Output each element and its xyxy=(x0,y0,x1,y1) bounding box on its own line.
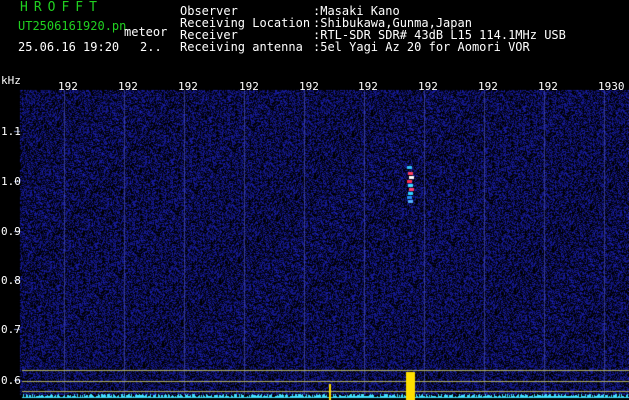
extra-label: 2.. xyxy=(140,40,162,54)
datetime-label: 25.06.16 19:20 xyxy=(18,40,120,54)
y-tick: 0.6 xyxy=(1,374,21,387)
x-tick: 192 xyxy=(118,80,138,93)
y-tick: 1.0 xyxy=(1,175,21,188)
x-tick: 192 xyxy=(478,80,498,93)
y-tick: 0.9 xyxy=(1,225,21,238)
y-axis-unit: kHz xyxy=(1,74,21,87)
antenna-label: Receiving antenna xyxy=(180,40,303,54)
file-name: UT2506161920.pn xyxy=(18,19,127,33)
x-tick: 1930 xyxy=(598,80,625,93)
x-tick: 192 xyxy=(538,80,558,93)
waterfall-display xyxy=(0,0,629,400)
y-tick: 0.7 xyxy=(1,323,21,336)
x-tick: 192 xyxy=(178,80,198,93)
x-tick: 192 xyxy=(299,80,319,93)
mode-label: meteor xyxy=(124,25,168,39)
x-tick: 192 xyxy=(239,80,259,93)
x-tick: 192 xyxy=(58,80,78,93)
app-title: HROFFT xyxy=(20,0,103,15)
antenna-value: :5el Yagi Az 20 for Aomori VOR xyxy=(313,40,530,54)
y-tick: 1.1 xyxy=(1,125,21,138)
x-tick: 192 xyxy=(418,80,438,93)
x-tick: 192 xyxy=(358,80,378,93)
y-tick: 0.8 xyxy=(1,274,21,287)
